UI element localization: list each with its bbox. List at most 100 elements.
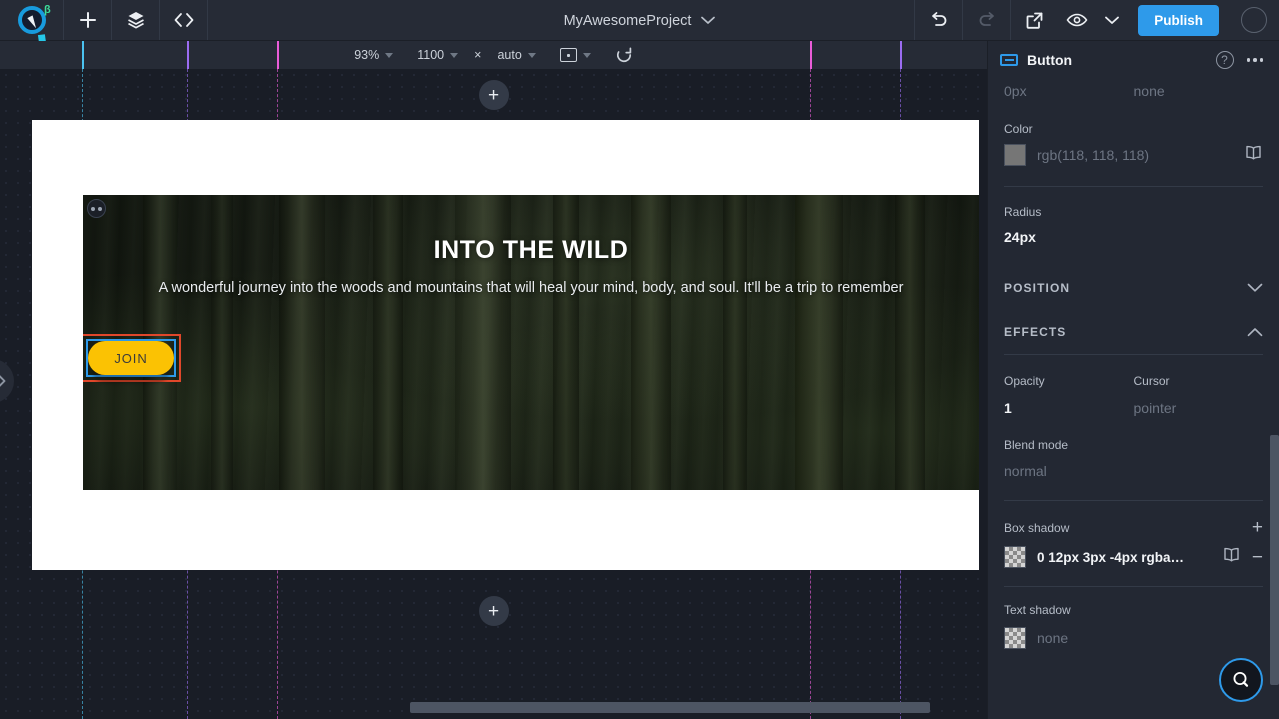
- preview-button[interactable]: [1058, 0, 1096, 40]
- logo-icon: [17, 6, 46, 34]
- canvas-height-select[interactable]: auto: [485, 48, 547, 62]
- zoom-value: 93%: [354, 48, 380, 62]
- page-artboard[interactable]: INTO THE WILD A wonderful journey into t…: [32, 120, 979, 570]
- layers-button[interactable]: [112, 0, 160, 40]
- hero-title[interactable]: INTO THE WILD: [83, 236, 979, 265]
- text-shadow-value[interactable]: none: [1037, 630, 1068, 646]
- effects-labels-row: Opacity Cursor: [988, 374, 1279, 394]
- text-shadow-label-row: Text shadow: [988, 603, 1279, 617]
- ruler-guide-5[interactable]: [900, 41, 902, 69]
- avatar[interactable]: [1241, 7, 1267, 33]
- border-style-value: none: [1133, 83, 1165, 99]
- project-title[interactable]: MyAwesomeProject: [564, 13, 692, 29]
- eye-icon: [1066, 13, 1088, 27]
- color-label: Color: [1004, 122, 1033, 136]
- panel-vertical-scrollbar[interactable]: [1270, 435, 1279, 685]
- section-position[interactable]: POSITION: [988, 266, 1279, 310]
- box-shadow-value[interactable]: 0 12px 3px -4px rgba…: [1037, 550, 1184, 565]
- text-shadow-row: none: [988, 627, 1279, 649]
- project-menu-button[interactable]: [701, 12, 716, 30]
- canvas-width-select[interactable]: 1100: [405, 48, 470, 62]
- join-button-selection: JOIN: [83, 334, 181, 382]
- box-shadow-label: Box shadow: [1004, 520, 1070, 535]
- preview-dropdown-button[interactable]: [1096, 0, 1128, 40]
- radius-value[interactable]: 24px: [1004, 229, 1036, 245]
- text-shadow-swatch[interactable]: [1004, 627, 1026, 649]
- canvas-horizontal-scrollbar[interactable]: [410, 702, 930, 713]
- chevron-up-icon: [1247, 328, 1263, 337]
- color-swatch[interactable]: [1004, 144, 1026, 166]
- border-width-field[interactable]: 0px: [1004, 83, 1134, 99]
- border-style-field[interactable]: none: [1134, 83, 1264, 99]
- app-root: β Publish MyAwesomeProject 93% 1100 × au…: [0, 0, 1279, 719]
- open-external-button[interactable]: [1010, 0, 1058, 40]
- more-options-icon[interactable]: [1243, 54, 1268, 66]
- box-shadow-swatch[interactable]: [1004, 546, 1026, 568]
- ruler-guide-2[interactable]: [187, 41, 189, 69]
- hero-subtitle[interactable]: A wonderful journey into the woods and m…: [83, 280, 979, 296]
- cursor-value[interactable]: pointer: [1134, 400, 1264, 416]
- redo-button[interactable]: [962, 0, 1010, 40]
- chevron-down-icon: [1105, 16, 1120, 24]
- hero-drag-handle-icon[interactable]: [87, 199, 106, 218]
- panel-title: Button: [1027, 52, 1073, 68]
- chevron-right-icon: [0, 375, 6, 387]
- top-toolbar: β Publish MyAwesomeProject: [0, 0, 1279, 41]
- ruler-guide-4[interactable]: [810, 41, 812, 69]
- add-box-shadow-button[interactable]: +: [1252, 518, 1263, 537]
- book-icon: [1246, 145, 1261, 160]
- radius-label: Radius: [1004, 205, 1042, 219]
- design-canvas[interactable]: + INTO THE WILD A wonderful journey into…: [0, 69, 987, 719]
- color-row: rgb(118, 118, 118): [988, 144, 1279, 166]
- blend-value-row: normal: [988, 463, 1279, 479]
- ruler-guide-1[interactable]: [82, 41, 84, 69]
- radius-row: 24px: [988, 229, 1279, 245]
- chevron-down-icon: [1247, 283, 1263, 292]
- color-label-row: Color: [988, 122, 1279, 142]
- code-icon: [174, 13, 193, 27]
- reload-canvas-button[interactable]: [603, 46, 645, 64]
- top-toolbar-right: Publish: [914, 0, 1279, 40]
- canvas-options-bar: 93% 1100 × auto: [0, 41, 987, 69]
- opacity-value[interactable]: 1: [1004, 400, 1134, 416]
- box-shadow-label-row: Box shadow +: [988, 518, 1279, 537]
- properties-panel: Button ? 0px none Color rgb(118, 118, 11…: [987, 41, 1279, 719]
- section-effects[interactable]: EFFECTS: [988, 310, 1279, 354]
- add-element-button[interactable]: [64, 0, 112, 40]
- join-button-selection-inner: JOIN: [86, 339, 176, 377]
- zoom-select[interactable]: 93%: [342, 48, 405, 62]
- blend-mode-label: Blend mode: [1004, 438, 1069, 452]
- box-shadow-library-icon[interactable]: [1222, 546, 1241, 568]
- device-frame-icon: [559, 48, 577, 62]
- code-view-button[interactable]: [160, 0, 208, 40]
- cursor-label: Cursor: [1133, 374, 1170, 388]
- canvas-width-value: 1100: [417, 48, 445, 62]
- box-shadow-row: 0 12px 3px -4px rgba… −: [988, 546, 1279, 568]
- dimension-separator: ×: [474, 48, 482, 62]
- blend-mode-value[interactable]: normal: [1004, 463, 1047, 479]
- reload-icon: [616, 47, 632, 63]
- border-row: 0px none: [988, 83, 1279, 99]
- external-link-icon: [1026, 12, 1043, 29]
- app-logo-button[interactable]: β: [0, 0, 64, 40]
- section-effects-label: EFFECTS: [1004, 325, 1067, 339]
- help-chat-button[interactable]: [1219, 658, 1263, 702]
- add-section-top-button[interactable]: +: [478, 80, 509, 110]
- join-button[interactable]: JOIN: [88, 341, 174, 375]
- remove-box-shadow-button[interactable]: −: [1252, 548, 1263, 567]
- color-value[interactable]: rgb(118, 118, 118): [1037, 147, 1149, 163]
- color-library-icon[interactable]: [1244, 144, 1263, 166]
- blend-label-row: Blend mode: [988, 438, 1279, 458]
- canvas-height-value: auto: [497, 48, 522, 62]
- ruler-guide-3[interactable]: [277, 41, 279, 69]
- device-preset-select[interactable]: [548, 48, 603, 62]
- publish-button[interactable]: Publish: [1138, 4, 1219, 36]
- add-section-bottom-button[interactable]: +: [478, 596, 509, 626]
- hero-section[interactable]: INTO THE WILD A wonderful journey into t…: [83, 195, 979, 490]
- help-button[interactable]: ?: [1215, 51, 1234, 69]
- undo-button[interactable]: [914, 0, 962, 40]
- publish-wrap: Publish: [1128, 0, 1229, 40]
- text-shadow-label: Text shadow: [1004, 603, 1071, 617]
- undo-icon: [931, 12, 947, 26]
- chevron-down-icon: [701, 16, 716, 24]
